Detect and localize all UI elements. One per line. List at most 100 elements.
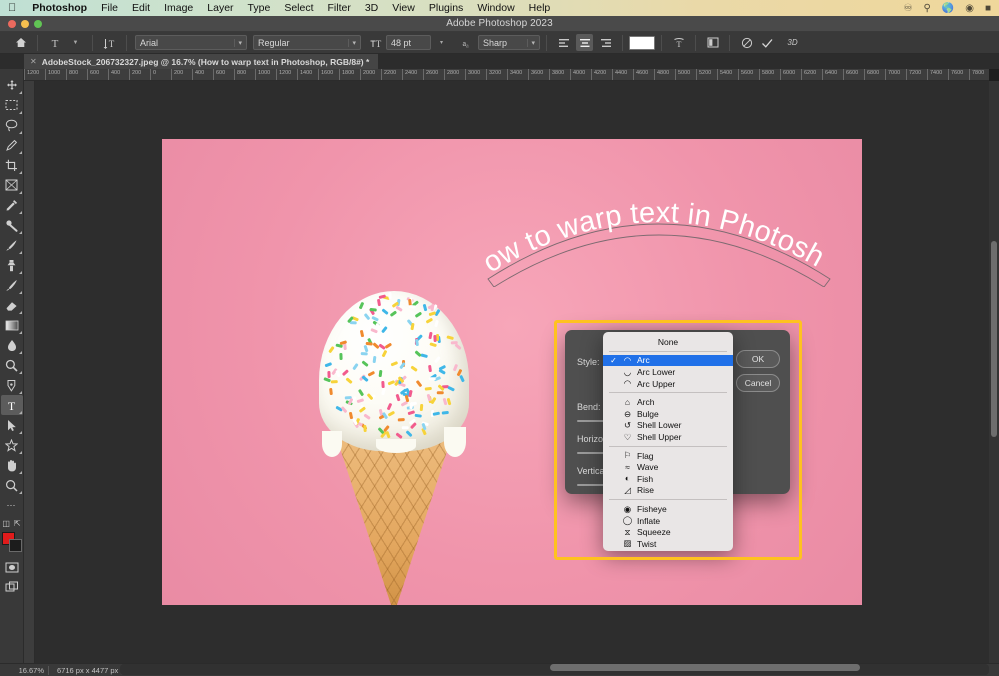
menu-item-type[interactable]: Type	[241, 2, 278, 14]
swap-colors-icon[interactable]: ⇱	[14, 519, 21, 528]
cancel-button[interactable]: Cancel	[736, 374, 780, 392]
options-bar-grip[interactable]	[0, 32, 10, 54]
divider	[546, 34, 547, 51]
gradient-tool[interactable]	[1, 315, 23, 335]
move-tool[interactable]	[1, 75, 23, 95]
color-swatches[interactable]	[1, 531, 23, 553]
font-size-input[interactable]: 48 pt	[386, 35, 431, 50]
hand-tool[interactable]	[1, 455, 23, 475]
align-right-icon[interactable]	[597, 34, 614, 51]
menu-item-file[interactable]: File	[94, 2, 125, 14]
ok-button[interactable]: OK	[736, 350, 780, 368]
apple-icon[interactable]: 	[8, 2, 16, 14]
warp-style-option-none[interactable]: None	[603, 336, 733, 348]
commit-edit-icon[interactable]	[759, 34, 776, 51]
object-selection-tool[interactable]	[1, 135, 23, 155]
horizontal-scrollbar-track[interactable]	[120, 664, 989, 675]
quick-mask-icon[interactable]	[1, 557, 23, 577]
screen-mode-icon[interactable]	[1, 577, 23, 597]
align-left-icon[interactable]	[555, 34, 572, 51]
document-tab[interactable]: ✕ AdobeStock_206732327.jpeg @ 16.7% (How…	[24, 54, 380, 69]
zoom-tool[interactable]	[1, 475, 23, 495]
font-style-select[interactable]: Regular ▾	[253, 35, 361, 50]
warp-style-option-rise[interactable]: ◿ Rise	[603, 485, 733, 497]
warp-style-option-bulge[interactable]: ⊖ Bulge	[603, 408, 733, 420]
text-color-swatch[interactable]	[629, 35, 655, 50]
warp-style-option-squeeze[interactable]: ⧖ Squeeze	[603, 526, 733, 538]
rectangular-marquee-tool[interactable]	[1, 95, 23, 115]
warp-style-option-arc[interactable]: ✓ ◠ Arc	[603, 354, 733, 367]
menu-item-image[interactable]: Image	[157, 2, 200, 14]
warped-text-layer[interactable]: How to warp text in Photoshop	[484, 167, 834, 287]
text-tool-icon[interactable]: T	[46, 34, 63, 51]
history-brush-tool[interactable]	[1, 275, 23, 295]
character-panel-icon[interactable]	[704, 34, 721, 51]
lasso-tool[interactable]	[1, 115, 23, 135]
spot-healing-brush-tool[interactable]	[1, 215, 23, 235]
warp-text-icon[interactable]: T	[670, 34, 687, 51]
menu-item-3d[interactable]: 3D	[358, 2, 385, 14]
warp-style-option-arc-lower[interactable]: ◡ Arc Lower	[603, 366, 733, 378]
warp-style-option-inflate[interactable]: ◯ Inflate	[603, 515, 733, 527]
type-tool[interactable]: T	[0, 395, 23, 415]
eyedropper-tool[interactable]	[1, 195, 23, 215]
menu-item-photoshop[interactable]: Photoshop	[25, 2, 94, 14]
menu-item-view[interactable]: View	[385, 2, 422, 14]
align-center-icon[interactable]	[576, 34, 593, 51]
warp-style-option-arc-upper[interactable]: ◠ Arc Upper	[603, 378, 733, 390]
menu-item-help[interactable]: Help	[522, 2, 558, 14]
close-tab-icon[interactable]: ✕	[30, 57, 37, 66]
default-colors-icon[interactable]: ◫	[2, 519, 10, 528]
warp-style-option-shell-lower[interactable]: ↺ Shell Lower	[603, 420, 733, 432]
warp-style-dropdown-menu[interactable]: None ✓ ◠ Arc ◡ Arc Lower ◠ Arc Upper ⌂ Arch ⊖ Bulge…	[603, 332, 733, 551]
warp-style-option-fish[interactable]: ◐ Fish	[603, 473, 733, 485]
blur-tool[interactable]	[1, 335, 23, 355]
pen-tool[interactable]	[1, 375, 23, 395]
vertical-scrollbar-thumb[interactable]	[991, 241, 997, 437]
menu-item-select[interactable]: Select	[277, 2, 320, 14]
horizontal-scrollbar-thumb[interactable]	[550, 664, 860, 671]
3d-mode-button[interactable]: 3D	[784, 34, 801, 51]
edit-toolbar-button[interactable]: ⋯	[1, 495, 23, 515]
font-size-chevron-icon[interactable]: ▾	[433, 34, 450, 51]
canvas-area[interactable]: How to warp text in Photoshop Style: Ben…	[35, 81, 989, 663]
control-center-icon[interactable]: ◉	[965, 3, 974, 14]
warp-style-option-twist[interactable]: ▨ Twist	[603, 538, 733, 550]
font-family-select[interactable]: Arial ▾	[135, 35, 247, 50]
menu-item-window[interactable]: Window	[470, 2, 521, 14]
chevron-down-icon[interactable]: ▾	[348, 38, 356, 47]
shape-tool[interactable]	[1, 435, 23, 455]
home-icon[interactable]	[12, 34, 29, 51]
battery-icon[interactable]: ■	[985, 3, 991, 14]
search-icon[interactable]: ⚲	[923, 3, 930, 14]
menu-item-layer[interactable]: Layer	[200, 2, 240, 14]
cancel-edit-icon[interactable]	[738, 34, 755, 51]
warp-style-option-fisheye[interactable]: ◉ Fisheye	[603, 503, 733, 515]
chevron-down-icon[interactable]: ▾	[527, 38, 535, 47]
tool-preset-chevron-icon[interactable]: ▼	[67, 34, 84, 51]
vertical-ruler[interactable]	[24, 81, 35, 663]
vertical-scrollbar[interactable]	[989, 81, 999, 663]
warp-style-option-arch[interactable]: ⌂ Arch	[603, 396, 733, 408]
warp-style-option-flag[interactable]: ⚐ Flag	[603, 450, 733, 462]
warp-style-option-shell-upper[interactable]: ♡ Shell Upper	[603, 431, 733, 443]
dodge-tool[interactable]	[1, 355, 23, 375]
zoom-level[interactable]: 16.67%	[0, 666, 48, 675]
horizontal-ruler[interactable]: 1200 1000 800 600 400 200 0 200 400 600 800 1000 120…	[24, 69, 989, 81]
clone-stamp-tool[interactable]	[1, 255, 23, 275]
anti-alias-select[interactable]: Sharp ▾	[478, 35, 540, 50]
cloud-sync-icon[interactable]: ♾	[903, 3, 912, 14]
eraser-tool[interactable]	[1, 295, 23, 315]
menu-item-filter[interactable]: Filter	[321, 2, 358, 14]
chevron-down-icon[interactable]: ▾	[234, 38, 242, 47]
brush-tool[interactable]	[1, 235, 23, 255]
globe-icon[interactable]: 🌎	[942, 3, 954, 14]
crop-tool[interactable]	[1, 155, 23, 175]
frame-tool[interactable]	[1, 175, 23, 195]
warp-style-option-wave[interactable]: ≈ Wave	[603, 461, 733, 473]
background-color-swatch[interactable]	[8, 539, 22, 552]
menu-item-plugins[interactable]: Plugins	[422, 2, 470, 14]
menu-item-edit[interactable]: Edit	[125, 2, 157, 14]
text-orientation-icon[interactable]: T	[101, 34, 118, 51]
path-selection-tool[interactable]	[1, 415, 23, 435]
